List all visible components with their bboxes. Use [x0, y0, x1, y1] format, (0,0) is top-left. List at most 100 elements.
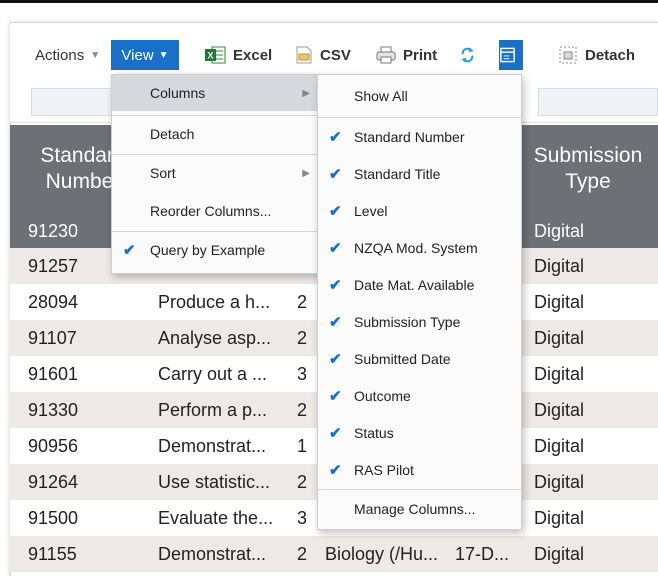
refresh-button[interactable] [460, 40, 482, 70]
menu-item-label: Date Mat. Available [354, 277, 475, 293]
standard-number-cell: 91500 [28, 508, 79, 528]
menu-separator [112, 231, 318, 232]
columns-menu-item-nzqa-mod-system[interactable]: ✔ NZQA Mod. System [318, 230, 521, 266]
columns-submenu: Show All ✔ Standard Number ✔ Standard Title ✔… [317, 74, 522, 530]
detach-button[interactable]: Detach [558, 40, 635, 70]
columns-menu-item-submission-type[interactable]: ✔ Submission Type [318, 304, 521, 340]
view-label: View [121, 46, 154, 64]
standard-title-cell: Produce a h... [158, 292, 271, 312]
view-menu-button[interactable]: View ▼ [111, 40, 179, 70]
menu-item-label: Show All [354, 88, 408, 104]
view-dropdown-menu: Columns ▶ Detach Sort ▶ Reorder Columns... ✔ Qu… [111, 74, 319, 274]
standard-number-cell: 91107 [28, 328, 77, 348]
level-cell: 2 [297, 400, 308, 420]
nzqa-mod-system-cell: Biology (/Hu... [325, 544, 439, 564]
filter-standard-number-input[interactable] [31, 88, 112, 116]
printer-icon [376, 46, 396, 64]
columns-menu-item-level[interactable]: ✔ Level [318, 193, 521, 229]
level-cell: 2 [297, 544, 308, 564]
standard-title-cell: Perform a p... [158, 400, 268, 420]
query-by-example-toggle[interactable] [499, 40, 523, 70]
refresh-icon [461, 47, 474, 63]
submenu-arrow-icon: ▶ [302, 87, 310, 99]
menu-item-label: Submitted Date [354, 351, 451, 367]
chevron-down-icon: ▼ [158, 49, 169, 61]
standard-title-cell: Demonstrat... [158, 544, 267, 564]
chevron-down-icon: ▼ [90, 49, 101, 61]
print-button[interactable]: Print [376, 40, 437, 70]
submission-type-cell: Digital [534, 221, 585, 241]
excel-label: Excel [233, 46, 273, 64]
standard-number-cell: 91257 [28, 256, 79, 276]
csv-label: CSV [320, 46, 351, 64]
checkmark-icon: ✔ [329, 351, 342, 368]
menu-item-label: RAS Pilot [354, 462, 414, 478]
submission-type-cell: Digital [534, 328, 585, 348]
export-excel-button[interactable]: X Excel [204, 40, 272, 70]
submission-type-cell: Digital [534, 292, 585, 312]
view-menu-item-columns[interactable]: Columns ▶ [112, 75, 318, 111]
menu-separator [318, 489, 521, 490]
standard-number-cell: 28094 [28, 292, 79, 312]
checkmark-icon: ✔ [329, 203, 342, 220]
submission-type-cell: Digital [534, 472, 585, 492]
column-header-submission-type[interactable]: Submission Type [518, 125, 658, 213]
menu-item-label: Query by Example [150, 242, 266, 258]
filter-submission-type-input[interactable] [538, 88, 658, 116]
level-cell: 3 [297, 364, 308, 384]
date-available-cell: 17-D... [455, 544, 510, 564]
export-csv-button[interactable]: CSV [295, 40, 351, 70]
standard-title-cell: Demonstrat... [158, 436, 267, 456]
view-menu-item-query-by-example[interactable]: ✔ Query by Example [112, 232, 318, 268]
checkmark-icon: ✔ [329, 462, 342, 479]
checkmark-icon: ✔ [329, 240, 342, 257]
checkmark-icon: ✔ [329, 314, 342, 331]
menu-separator [318, 117, 521, 118]
submission-type-cell: Digital [534, 256, 585, 276]
menu-item-label: Submission Type [354, 314, 461, 330]
columns-menu-item-manage-columns[interactable]: Manage Columns... [318, 491, 521, 527]
print-label: Print [403, 46, 438, 64]
checkmark-icon: ✔ [123, 242, 136, 259]
level-cell: 3 [297, 508, 308, 528]
checkmark-icon: ✔ [329, 388, 342, 405]
menu-item-label: Detach [150, 126, 195, 142]
columns-menu-item-standard-number[interactable]: ✔ Standard Number [318, 119, 521, 155]
table-row[interactable]: 91155 Demonstrat... 2 Biology (/Hu... 17-D..… [10, 536, 658, 572]
standard-title-cell: Carry out a ... [158, 364, 268, 384]
standard-number-cell: 91264 [28, 472, 79, 492]
standard-title-cell: Use statistic... [158, 472, 271, 492]
view-menu-item-reorder-columns[interactable]: Reorder Columns... [112, 193, 318, 229]
standard-number-cell: 91230 [28, 221, 79, 241]
menu-separator [112, 154, 318, 155]
view-menu-item-detach[interactable]: Detach [112, 116, 318, 152]
column-header-label: Submission Type [533, 144, 643, 193]
level-cell: 2 [297, 292, 308, 312]
menu-item-label: Standard Number [354, 129, 465, 145]
level-cell: 2 [297, 472, 308, 492]
menu-item-label: Status [354, 425, 394, 441]
columns-menu-item-status[interactable]: ✔ Status [318, 415, 521, 451]
window-top-border [0, 0, 658, 3]
standard-number-cell: 91601 [28, 364, 79, 384]
columns-menu-item-show-all[interactable]: Show All [318, 78, 521, 114]
menu-separator [112, 115, 318, 116]
checkmark-icon: ✔ [329, 277, 342, 294]
checkmark-icon: ✔ [329, 129, 342, 146]
columns-menu-item-ras-pilot[interactable]: ✔ RAS Pilot [318, 452, 521, 488]
standard-number-cell: 91330 [28, 400, 79, 420]
submenu-arrow-icon: ▶ [302, 167, 310, 179]
standard-number-cell: 91155 [28, 544, 77, 564]
columns-menu-item-standard-title[interactable]: ✔ Standard Title [318, 156, 521, 192]
columns-menu-item-date-mat-available[interactable]: ✔ Date Mat. Available [318, 267, 521, 303]
csv-icon [296, 46, 312, 64]
submission-type-cell: Digital [534, 544, 585, 564]
columns-menu-item-outcome[interactable]: ✔ Outcome [318, 378, 521, 414]
submission-type-cell: Digital [534, 400, 585, 420]
columns-menu-item-submitted-date[interactable]: ✔ Submitted Date [318, 341, 521, 377]
menu-item-label: Level [354, 203, 388, 219]
standard-title-cell: Analyse asp... [158, 328, 272, 348]
view-menu-item-sort[interactable]: Sort ▶ [112, 155, 318, 191]
actions-menu-button[interactable]: Actions ▼ [35, 40, 100, 70]
detach-icon [559, 46, 577, 64]
